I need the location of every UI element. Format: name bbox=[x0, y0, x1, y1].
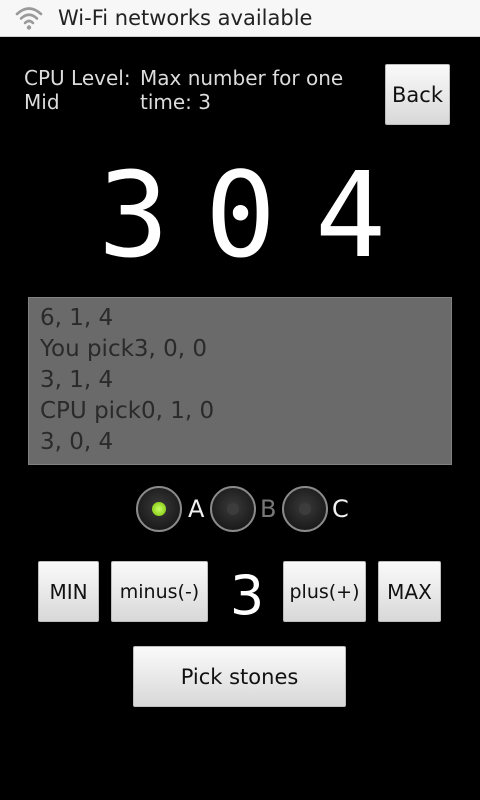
wifi-icon bbox=[14, 3, 44, 33]
radio-pile-a[interactable] bbox=[136, 486, 182, 532]
radio-pile-b bbox=[210, 486, 256, 532]
log-line: 6, 1, 4 bbox=[40, 305, 114, 331]
pile-c-count: 4 bbox=[315, 146, 387, 284]
radio-checked-indicator bbox=[152, 502, 166, 516]
min-button[interactable]: MIN bbox=[38, 561, 99, 622]
radio-pile-c[interactable] bbox=[282, 486, 328, 532]
minus-button[interactable]: minus(-) bbox=[111, 561, 208, 622]
radio-label-b: B bbox=[260, 495, 277, 523]
radio-label-a: A bbox=[188, 495, 205, 523]
max-button[interactable]: MAX bbox=[378, 561, 441, 622]
max-number-info: Max number for one time: 3 bbox=[140, 66, 344, 114]
cpu-level-label: CPU Level: bbox=[24, 66, 131, 90]
move-log: 6, 1, 4 You pick3, 0, 0 3, 1, 4 CPU pick… bbox=[28, 297, 452, 465]
log-line: CPU pick0, 1, 0 bbox=[40, 398, 215, 424]
log-line: 3, 1, 4 bbox=[40, 367, 114, 393]
radio-indicator bbox=[227, 503, 239, 515]
radio-indicator bbox=[299, 503, 311, 515]
pick-count: 3 bbox=[229, 564, 265, 627]
log-line: You pick3, 0, 0 bbox=[40, 336, 208, 362]
cpu-level-info: CPU Level: Mid bbox=[24, 66, 131, 114]
pick-stones-button[interactable]: Pick stones bbox=[133, 646, 346, 707]
status-bar-text: Wi-Fi networks available bbox=[58, 6, 313, 30]
stone-piles: 3 0 4 bbox=[90, 150, 400, 280]
pile-a-count: 3 bbox=[98, 146, 170, 284]
back-button[interactable]: Back bbox=[385, 64, 450, 125]
cpu-level-value: Mid bbox=[24, 90, 60, 114]
plus-button[interactable]: plus(+) bbox=[283, 561, 366, 622]
radio-label-c: C bbox=[332, 495, 349, 523]
status-bar: Wi-Fi networks available bbox=[0, 0, 480, 37]
pile-b-count: 0 bbox=[205, 146, 277, 284]
log-line: 3, 0, 4 bbox=[40, 429, 114, 455]
